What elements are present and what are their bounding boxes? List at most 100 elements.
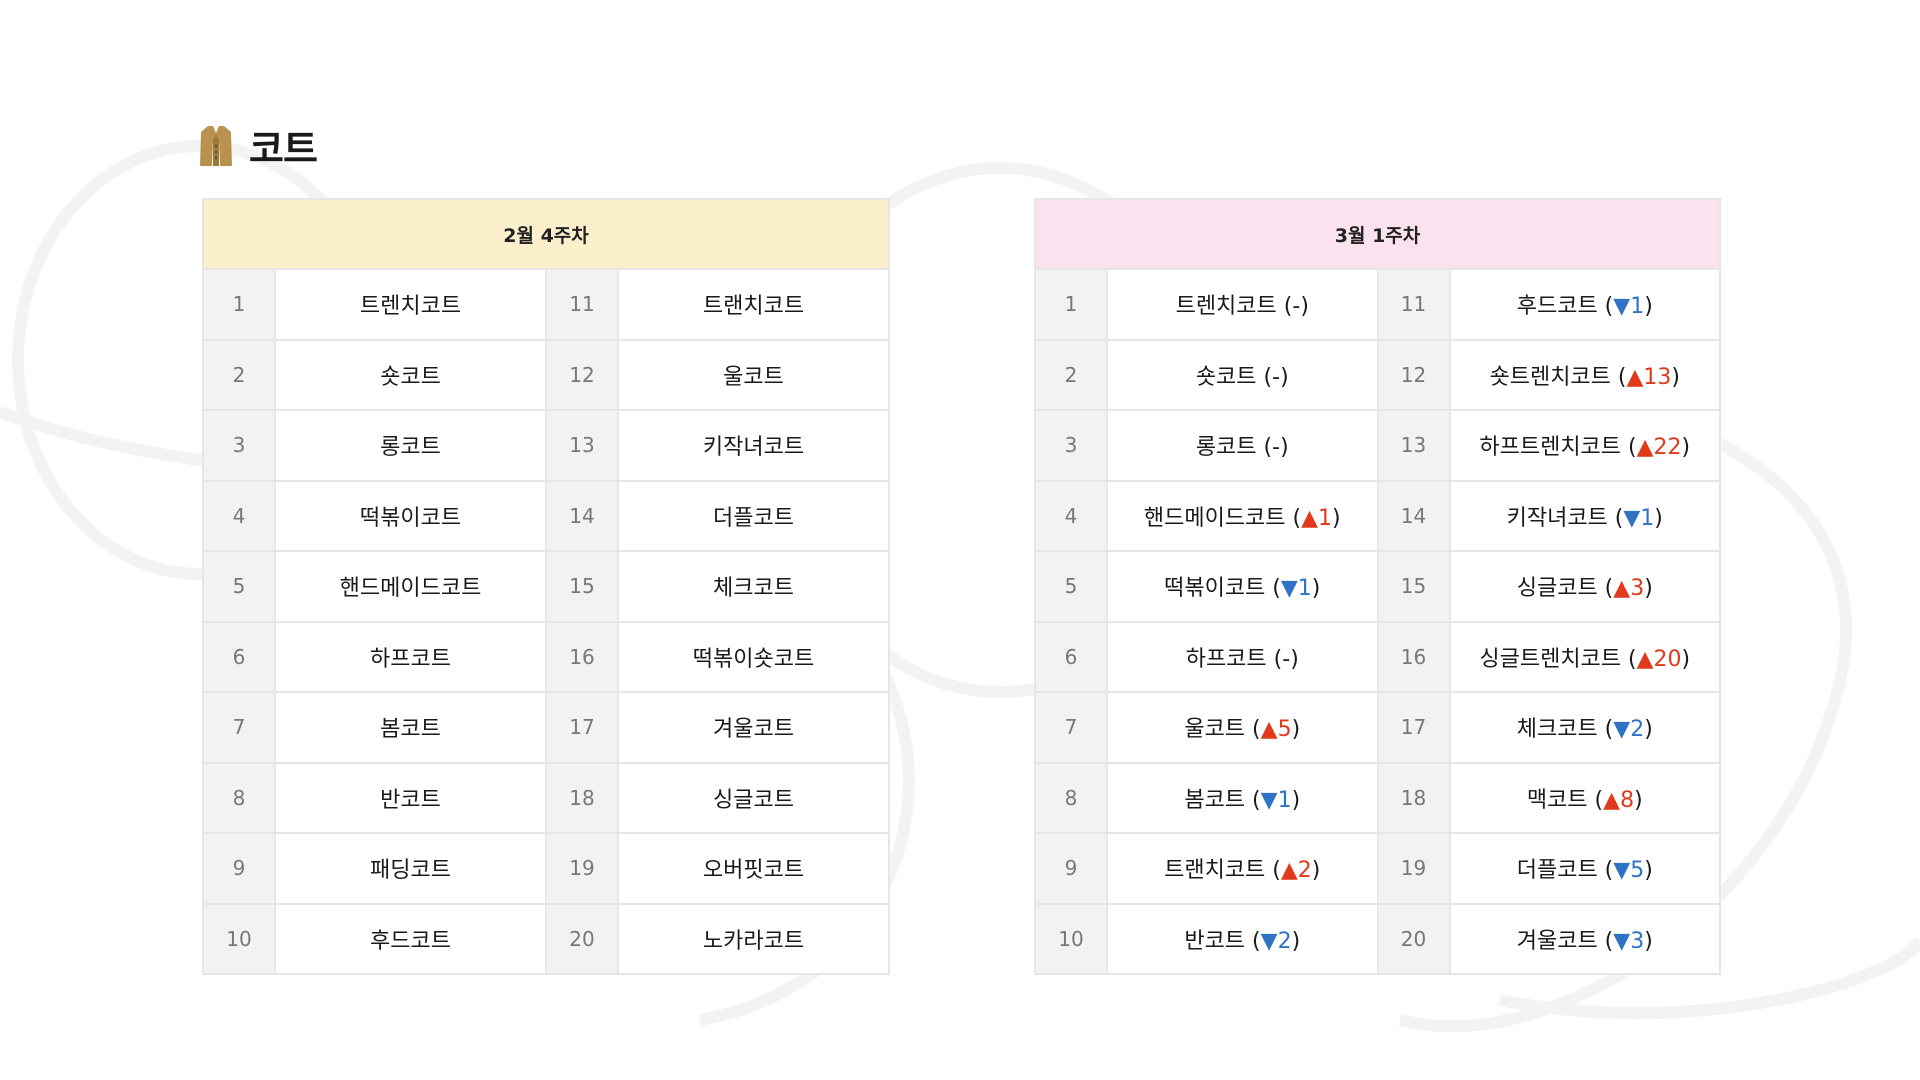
keyword-name: 하프코트 bbox=[274, 620, 547, 693]
ranking-table-week-3-1: 3월 1주차 1 트렌치코트 (-) 11 후드코트 (▼1) 2 숏코트 (-) 12 숏트… bbox=[1034, 198, 1721, 975]
table-header: 2월 4주차 bbox=[202, 198, 890, 270]
keyword-name: 떡볶이코트 bbox=[274, 479, 547, 552]
keyword-name: 키작녀코트 bbox=[617, 409, 890, 482]
rank-number: 2 bbox=[202, 338, 276, 411]
table-row: 9 트랜치코트 (▲2) 19 더플코트 (▼5) bbox=[1034, 832, 1721, 905]
keyword-cell: 키작녀코트 (▼1) bbox=[1448, 479, 1721, 552]
keyword-name: 떡볶이코트 bbox=[1164, 576, 1266, 602]
table-row: 2 숏코트 (-) 12 숏트렌치코트 (▲13) bbox=[1034, 338, 1721, 411]
rank-number: 9 bbox=[1034, 832, 1108, 905]
rank-down-icon: ▼ bbox=[1613, 294, 1631, 320]
table-row: 4 핸드메이드코트 (▲1) 14 키작녀코트 (▼1) bbox=[1034, 479, 1721, 552]
rank-change-value: 22 bbox=[1653, 435, 1682, 461]
keyword-cell: 체크코트 (▼2) bbox=[1448, 691, 1721, 764]
rank-number: 8 bbox=[1034, 761, 1108, 834]
keyword-name: 반코트 bbox=[1184, 928, 1246, 954]
rank-number: 7 bbox=[1034, 691, 1108, 764]
rank-number: 19 bbox=[545, 832, 619, 905]
rank-number: 6 bbox=[1034, 620, 1108, 693]
rank-change-value: 3 bbox=[1630, 928, 1645, 954]
keyword-cell: 반코트 (▼2) bbox=[1106, 902, 1379, 975]
rank-number: 4 bbox=[202, 479, 276, 552]
rank-number: 19 bbox=[1376, 832, 1451, 905]
table-row: 7 울코트 (▲5) 17 체크코트 (▼2) bbox=[1034, 691, 1721, 764]
rank-number: 13 bbox=[545, 409, 619, 482]
keyword-name: 싱글코트 bbox=[617, 761, 890, 834]
keyword-name: 트랜치코트 bbox=[1164, 858, 1266, 884]
table-row: 6 하프코트 16 떡볶이숏코트 bbox=[202, 620, 890, 693]
keyword-cell: 트렌치코트 (-) bbox=[1106, 268, 1379, 341]
table-row: 5 떡볶이코트 (▼1) 15 싱글코트 (▲3) bbox=[1034, 550, 1721, 623]
table-row: 8 반코트 18 싱글코트 bbox=[202, 761, 890, 834]
keyword-name: 핸드메이드코트 bbox=[1143, 505, 1286, 531]
rank-number: 20 bbox=[1376, 902, 1451, 975]
rank-number: 16 bbox=[545, 620, 619, 693]
rank-number: 5 bbox=[1034, 550, 1108, 623]
rank-change-value: 2 bbox=[1277, 928, 1292, 954]
keyword-name: 오버핏코트 bbox=[617, 832, 890, 905]
rank-number: 16 bbox=[1376, 620, 1451, 693]
rank-number: 5 bbox=[202, 550, 276, 623]
rank-change-value: 13 bbox=[1643, 364, 1672, 390]
keyword-cell: 하프트렌치코트 (▲22) bbox=[1448, 409, 1721, 482]
rank-change-value: 1 bbox=[1297, 576, 1312, 602]
rank-up-icon: ▲ bbox=[1603, 787, 1621, 813]
rank-number: 12 bbox=[1376, 338, 1451, 411]
keyword-name: 하프트렌치코트 bbox=[1479, 435, 1622, 461]
table-row: 1 트렌치코트 11 트랜치코트 bbox=[202, 268, 890, 341]
rank-down-icon: ▼ bbox=[1260, 787, 1278, 813]
keyword-name: 후드코트 bbox=[1516, 294, 1598, 320]
rank-number: 17 bbox=[545, 691, 619, 764]
rank-change-value: 2 bbox=[1630, 717, 1645, 743]
keyword-name: 키작녀코트 bbox=[1506, 505, 1608, 531]
table-row: 9 패딩코트 19 오버핏코트 bbox=[202, 832, 890, 905]
keyword-cell: 트랜치코트 (▲2) bbox=[1106, 832, 1379, 905]
keyword-name: 더플코트 bbox=[617, 479, 890, 552]
keyword-name: 울코트 bbox=[1184, 717, 1246, 743]
keyword-name: 패딩코트 bbox=[274, 832, 547, 905]
keyword-name: 후드코트 bbox=[274, 902, 547, 975]
rank-number: 1 bbox=[202, 268, 276, 341]
keyword-name: 봄코트 bbox=[274, 691, 547, 764]
rank-number: 14 bbox=[1376, 479, 1451, 552]
rank-change-value: - bbox=[1272, 435, 1281, 461]
keyword-name: 체크코트 bbox=[617, 550, 890, 623]
table-row: 4 떡볶이코트 14 더플코트 bbox=[202, 479, 890, 552]
table-row: 8 봄코트 (▼1) 18 맥코트 (▲8) bbox=[1034, 761, 1721, 834]
keyword-name: 숏코트 bbox=[1195, 364, 1257, 390]
keyword-cell: 울코트 (▲5) bbox=[1106, 691, 1379, 764]
rank-number: 8 bbox=[202, 761, 276, 834]
keyword-cell: 겨울코트 (▼3) bbox=[1448, 902, 1721, 975]
keyword-cell: 맥코트 (▲8) bbox=[1448, 761, 1721, 834]
rank-change-value: - bbox=[1292, 294, 1301, 320]
keyword-name: 맥코트 bbox=[1526, 787, 1588, 813]
ranking-table-week-2-4: 2월 4주차 1 트렌치코트 11 트랜치코트 2 숏코트 12 울코트 3 롱코트 13 키작녀코트… bbox=[202, 198, 890, 975]
rank-change-value: 3 bbox=[1630, 576, 1645, 602]
rank-number: 11 bbox=[1376, 268, 1451, 341]
rank-number: 13 bbox=[1376, 409, 1451, 482]
rank-up-icon: ▲ bbox=[1636, 646, 1654, 672]
keyword-cell: 숏트렌치코트 (▲13) bbox=[1448, 338, 1721, 411]
keyword-cell: 싱글코트 (▲3) bbox=[1448, 550, 1721, 623]
rank-number: 3 bbox=[202, 409, 276, 482]
table-row: 5 핸드메이드코트 15 체크코트 bbox=[202, 550, 890, 623]
table-row: 1 트렌치코트 (-) 11 후드코트 (▼1) bbox=[1034, 268, 1721, 341]
rank-up-icon: ▲ bbox=[1280, 858, 1298, 884]
keyword-name: 숏트렌치코트 bbox=[1489, 364, 1611, 390]
rank-number: 14 bbox=[545, 479, 619, 552]
table-header: 3월 1주차 bbox=[1034, 198, 1721, 270]
table-row: 7 봄코트 17 겨울코트 bbox=[202, 691, 890, 764]
keyword-cell: 핸드메이드코트 (▲1) bbox=[1106, 479, 1379, 552]
rank-number: 2 bbox=[1034, 338, 1108, 411]
rank-number: 17 bbox=[1376, 691, 1451, 764]
keyword-cell: 더플코트 (▼5) bbox=[1448, 832, 1721, 905]
rank-number: 18 bbox=[545, 761, 619, 834]
rank-up-icon: ▲ bbox=[1626, 364, 1644, 390]
rank-down-icon: ▼ bbox=[1613, 858, 1631, 884]
rank-number: 10 bbox=[202, 902, 276, 975]
keyword-name: 떡볶이숏코트 bbox=[617, 620, 890, 693]
keyword-name: 핸드메이드코트 bbox=[274, 550, 547, 623]
table-row: 6 하프코트 (-) 16 싱글트렌치코트 (▲20) bbox=[1034, 620, 1721, 693]
keyword-name: 트렌치코트 bbox=[1175, 294, 1277, 320]
rank-number: 12 bbox=[545, 338, 619, 411]
